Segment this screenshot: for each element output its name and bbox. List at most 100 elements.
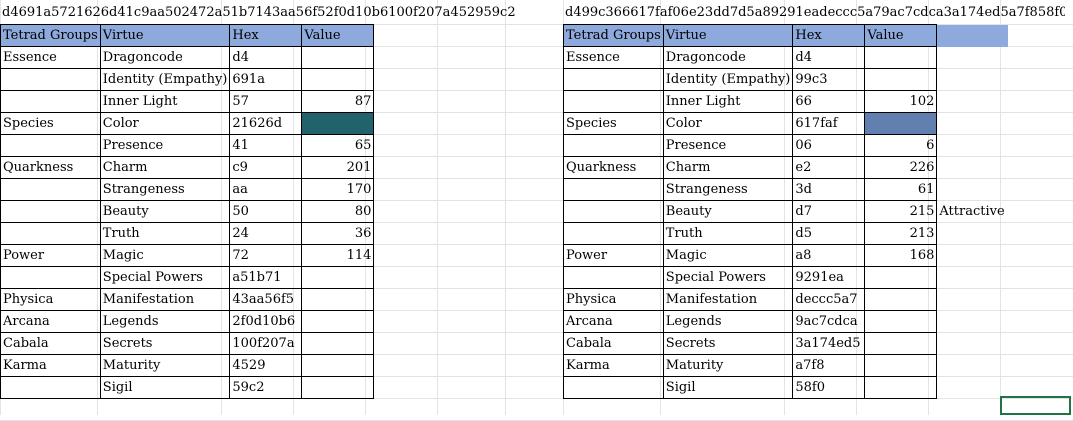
value-cell[interactable] [864,46,938,69]
empty-cell[interactable] [937,179,1009,201]
header-value[interactable]: Value [301,24,375,47]
virtue-cell[interactable]: Beauty [662,200,794,223]
group-cell[interactable]: Essence [0,46,101,69]
group-cell[interactable] [0,200,101,223]
hex-cell[interactable]: aa [229,178,303,201]
group-cell[interactable]: Species [0,112,101,135]
value-cell[interactable] [864,266,938,289]
color-swatch-cell[interactable] [301,112,375,135]
value-cell[interactable]: 6 [864,134,938,157]
value-cell[interactable] [301,354,375,377]
value-cell[interactable] [301,46,375,69]
value-cell[interactable]: 80 [301,200,375,223]
virtue-cell[interactable]: Maturity [662,354,794,377]
header-hex[interactable]: Hex [229,24,303,47]
value-cell[interactable] [864,354,938,377]
hex-cell[interactable]: d4 [792,46,866,69]
virtue-cell[interactable]: Identity (Empathy) [662,68,794,91]
hex-cell[interactable]: c9 [229,156,303,179]
virtue-cell[interactable]: Truth [662,222,794,245]
hex-cell[interactable]: 43aa56f5 [229,288,303,311]
group-cell[interactable] [0,68,101,91]
virtue-cell[interactable]: Manifestation [99,288,231,311]
value-cell[interactable]: 61 [864,178,938,201]
value-cell[interactable]: 170 [301,178,375,201]
hex-cell[interactable]: 2f0d10b6 [229,310,303,333]
group-cell[interactable]: Cabala [0,332,101,355]
hex-cell[interactable]: 4529 [229,354,303,377]
header-virtue[interactable]: Virtue [662,24,794,47]
value-cell[interactable]: 201 [301,156,375,179]
hex-cell[interactable]: 50 [229,200,303,223]
value-cell[interactable] [301,266,375,289]
value-cell[interactable] [301,310,375,333]
virtue-cell[interactable]: Legends [662,310,794,333]
virtue-cell[interactable]: Sigil [99,376,231,399]
value-cell[interactable]: 226 [864,156,938,179]
value-cell[interactable] [301,288,375,311]
virtue-cell[interactable]: Inner Light [99,90,231,113]
value-cell[interactable] [864,310,938,333]
virtue-cell[interactable]: Inner Light [662,90,794,113]
group-cell[interactable] [563,200,664,223]
hex-cell[interactable]: d4 [229,46,303,69]
empty-cell[interactable] [937,223,1009,245]
empty-cell[interactable] [937,377,1009,399]
virtue-cell[interactable]: Sigil [662,376,794,399]
hex-cell[interactable]: 41 [229,134,303,157]
empty-cell[interactable] [937,289,1009,311]
virtue-cell[interactable]: Dragoncode [662,46,794,69]
hex-cell[interactable]: 100f207a [229,332,303,355]
group-cell[interactable]: Essence [563,46,664,69]
virtue-cell[interactable]: Truth [99,222,231,245]
hash-cell-left[interactable]: d4691a5721626d41c9aa502472a51b7143aa56f5… [2,3,557,23]
group-cell[interactable] [563,376,664,399]
hex-cell[interactable]: 617faf [792,112,866,135]
header-hex[interactable]: Hex [792,24,866,47]
value-cell[interactable]: 102 [864,90,938,113]
group-cell[interactable] [563,68,664,91]
empty-cell[interactable] [936,24,1009,47]
value-cell[interactable] [864,376,938,399]
virtue-cell[interactable]: Color [99,112,231,135]
note-cell[interactable]: Attractive [937,201,1009,223]
hex-cell[interactable]: 3d [792,178,866,201]
hex-cell[interactable]: 58f0 [792,376,866,399]
group-cell[interactable] [0,266,101,289]
value-cell[interactable] [864,288,938,311]
group-cell[interactable]: Species [563,112,664,135]
hex-cell[interactable]: a7f8 [792,354,866,377]
hex-cell[interactable]: d5 [792,222,866,245]
group-cell[interactable]: Power [563,244,664,267]
header-tetrad-groups[interactable]: Tetrad Groups [563,24,664,47]
hex-cell[interactable]: 99c3 [792,68,866,91]
empty-cell[interactable] [937,47,1009,69]
empty-cell[interactable] [937,333,1009,355]
virtue-cell[interactable]: Identity (Empathy) [99,68,231,91]
value-cell[interactable] [301,332,375,355]
group-cell[interactable]: Cabala [563,332,664,355]
empty-cell[interactable] [937,311,1009,333]
empty-cell[interactable] [937,267,1009,289]
virtue-cell[interactable]: Strangeness [99,178,231,201]
value-cell[interactable]: 65 [301,134,375,157]
virtue-cell[interactable]: Dragoncode [99,46,231,69]
value-cell[interactable]: 213 [864,222,938,245]
group-cell[interactable] [0,376,101,399]
header-value[interactable]: Value [864,24,938,47]
value-cell[interactable]: 87 [301,90,375,113]
hex-cell[interactable]: 3a174ed5 [792,332,866,355]
group-cell[interactable]: Karma [563,354,664,377]
group-cell[interactable]: Physica [563,288,664,311]
group-cell[interactable] [0,134,101,157]
hex-cell[interactable]: 24 [229,222,303,245]
group-cell[interactable] [0,90,101,113]
group-cell[interactable]: Power [0,244,101,267]
header-tetrad-groups[interactable]: Tetrad Groups [0,24,101,47]
hex-cell[interactable]: 9ac7cdca [792,310,866,333]
virtue-cell[interactable]: Presence [662,134,794,157]
group-cell[interactable]: Quarkness [563,156,664,179]
hex-cell[interactable]: 9291ea [792,266,866,289]
group-cell[interactable] [563,222,664,245]
empty-cell[interactable] [937,355,1009,377]
